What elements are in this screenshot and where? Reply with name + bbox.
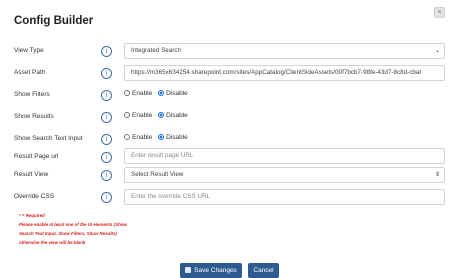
info-icon[interactable]: i: [101, 68, 112, 79]
show-results-disable-radio[interactable]: Disable: [158, 112, 188, 119]
floppy-disk-icon: [185, 267, 192, 273]
override-css-label: Override CSS: [14, 193, 55, 200]
view-type-value: Integrated Search: [131, 47, 182, 54]
row-result-view: Result View i Select Result View ⇕: [0, 167, 453, 185]
radio-label: Disable: [166, 112, 188, 119]
cancel-button[interactable]: Cancel: [248, 263, 279, 278]
view-type-select[interactable]: Integrated Search ⌄: [124, 43, 445, 59]
validation-note: * = Required Please enable at least one …: [19, 211, 129, 247]
info-icon[interactable]: i: [101, 134, 112, 145]
result-view-select[interactable]: Select Result View ⇕: [124, 167, 445, 183]
view-type-label: View Type: [14, 47, 44, 54]
result-page-url-input[interactable]: Enter result page URL: [124, 148, 445, 164]
override-css-input[interactable]: Enter the override CSS URL: [124, 189, 445, 205]
info-icon[interactable]: i: [101, 46, 112, 57]
required-note: * = Required: [19, 213, 45, 218]
info-icon[interactable]: i: [101, 90, 112, 101]
enable-ui-note: Please enable at least one of the UI ele…: [19, 222, 127, 245]
radio-label: Enable: [132, 112, 153, 119]
info-icon[interactable]: i: [101, 192, 112, 203]
chevron-down-icon: ⌄: [434, 48, 440, 54]
show-search-text-input-enable-radio[interactable]: Enable: [124, 134, 152, 141]
show-results-enable-radio[interactable]: Enable: [124, 112, 152, 119]
show-filters-disable-radio[interactable]: Disable: [158, 90, 188, 97]
row-result-page-url: Result Page url i Enter result page URL: [0, 148, 453, 166]
close-button[interactable]: ×: [434, 7, 445, 18]
row-override-css: Override CSS i Enter the override CSS UR…: [0, 189, 453, 207]
row-show-search-text-input: Show Search Text Input i Enable Disable: [0, 131, 453, 149]
result-page-url-label: Result Page url: [14, 153, 59, 160]
show-results-radio-group: Enable Disable: [124, 112, 192, 119]
row-asset-path: Asset Path i https://m365x634254.sharepo…: [0, 65, 453, 83]
radio-label: Disable: [166, 90, 188, 97]
row-show-filters: Show Filters i Enable Disable: [0, 87, 453, 105]
asset-path-input[interactable]: https://m365x634254.sharepoint.com/sites…: [124, 65, 445, 81]
show-filters-label: Show Filters: [14, 91, 50, 98]
info-icon[interactable]: i: [101, 170, 112, 181]
cancel-label: Cancel: [253, 267, 274, 274]
save-changes-button[interactable]: Save Changes: [180, 263, 242, 278]
save-label: Save Changes: [194, 267, 237, 274]
chevron-updown-icon: ⇕: [434, 172, 440, 178]
radio-label: Disable: [166, 134, 188, 141]
close-icon: ×: [437, 9, 442, 16]
row-view-type: View Type i Integrated Search ⌄: [0, 43, 453, 61]
show-filters-enable-radio[interactable]: Enable: [124, 90, 152, 97]
show-search-text-input-label: Show Search Text Input: [14, 135, 83, 142]
dialog-title: Config Builder: [14, 15, 94, 27]
info-icon[interactable]: i: [101, 152, 112, 163]
asset-path-label: Asset Path: [14, 69, 46, 76]
result-view-value: Select Result View: [131, 171, 184, 178]
show-filters-radio-group: Enable Disable: [124, 90, 192, 97]
info-icon[interactable]: i: [101, 112, 112, 123]
show-results-label: Show Results: [14, 113, 54, 120]
radio-label: Enable: [132, 134, 153, 141]
radio-label: Enable: [132, 90, 153, 97]
row-show-results: Show Results i Enable Disable: [0, 109, 453, 127]
result-view-label: Result View: [14, 171, 49, 178]
show-search-text-input-disable-radio[interactable]: Disable: [158, 134, 188, 141]
show-search-text-input-radio-group: Enable Disable: [124, 134, 192, 141]
